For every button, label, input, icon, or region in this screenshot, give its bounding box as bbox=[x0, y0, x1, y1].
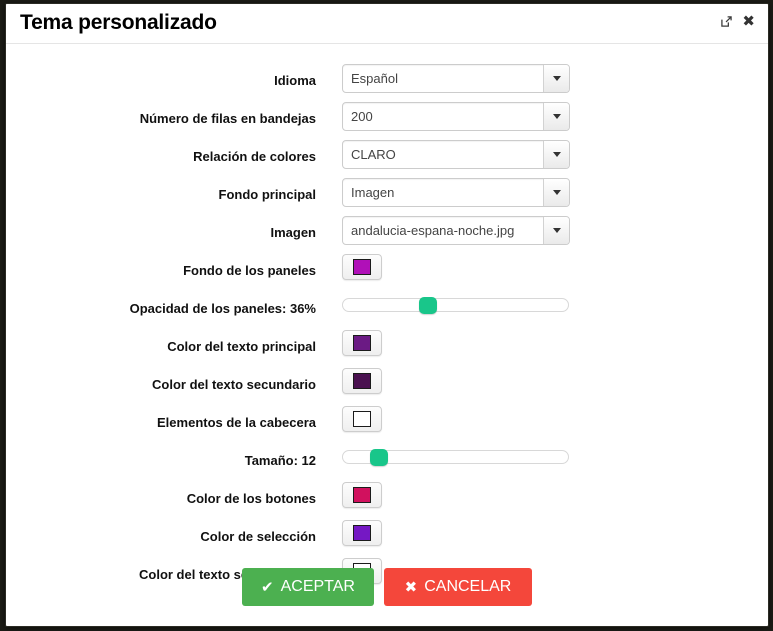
check-icon: ✔ bbox=[261, 578, 274, 596]
row-control: Español bbox=[342, 64, 570, 93]
form-row: Color del texto principal bbox=[6, 330, 768, 368]
custom-theme-dialog: Tema personalizado ✖ Idioma Español Número… bbox=[5, 3, 769, 627]
dialog-title: Tema personalizado bbox=[20, 11, 217, 34]
row-label: Fondo principal bbox=[218, 187, 317, 202]
row-label: Imagen bbox=[270, 225, 316, 240]
row-control bbox=[342, 482, 382, 508]
select-value: CLARO bbox=[351, 147, 396, 162]
select-3[interactable]: CLARO bbox=[342, 140, 570, 169]
color-swatch bbox=[353, 373, 371, 389]
caret-glyph bbox=[552, 190, 561, 195]
dialog-footer: ✔ ACEPTAR ✖ CANCELAR bbox=[6, 568, 768, 606]
select-2[interactable]: 200 bbox=[342, 102, 570, 131]
color-swatch bbox=[353, 411, 371, 427]
theme-settings-form: Idioma Español Número de filas en bandejas… bbox=[6, 44, 768, 587]
slider[interactable] bbox=[342, 297, 569, 314]
form-row: Idioma Español bbox=[6, 64, 768, 102]
accept-button-label: ACEPTAR bbox=[280, 578, 355, 595]
color-swatch-button[interactable] bbox=[342, 520, 382, 546]
row-label: Color de los botones bbox=[186, 491, 316, 506]
row-label: Color de selección bbox=[200, 529, 316, 544]
color-swatch-button[interactable] bbox=[342, 330, 382, 356]
select-value: 200 bbox=[351, 109, 373, 124]
select-5[interactable]: andalucia-espana-noche.jpg bbox=[342, 216, 570, 245]
chevron-down-icon[interactable] bbox=[543, 217, 569, 244]
row-control bbox=[342, 444, 569, 466]
form-row: Elementos de la cabecera bbox=[6, 406, 768, 444]
chevron-down-icon[interactable] bbox=[543, 65, 569, 92]
slider[interactable] bbox=[342, 449, 569, 466]
chevron-down-icon[interactable] bbox=[543, 103, 569, 130]
color-swatch-button[interactable] bbox=[342, 406, 382, 432]
color-swatch bbox=[353, 487, 371, 503]
row-control bbox=[342, 520, 382, 546]
caret-glyph bbox=[552, 228, 561, 233]
row-label: Idioma bbox=[274, 73, 316, 88]
form-row: Imagen andalucia-espana-noche.jpg bbox=[6, 216, 768, 254]
row-label: Relación de colores bbox=[193, 149, 316, 164]
color-swatch-button[interactable] bbox=[342, 482, 382, 508]
external-link-icon[interactable] bbox=[721, 16, 733, 27]
row-label: Elementos de la cabecera bbox=[157, 415, 316, 430]
row-control bbox=[342, 254, 382, 280]
select-value: Imagen bbox=[351, 185, 395, 200]
form-row: Fondo principal Imagen bbox=[6, 178, 768, 216]
cancel-button[interactable]: ✖ CANCELAR bbox=[384, 568, 532, 606]
caret-glyph bbox=[552, 152, 561, 157]
header-icon-group: ✖ bbox=[721, 14, 755, 29]
form-row: Color de selección bbox=[6, 520, 768, 558]
row-label: Color del texto principal bbox=[167, 339, 316, 354]
form-row: Tamaño: 12 bbox=[6, 444, 768, 482]
row-label: Tamaño: 12 bbox=[244, 453, 316, 468]
form-row: Relación de colores CLARO bbox=[6, 140, 768, 178]
form-row: Fondo de los paneles bbox=[6, 254, 768, 292]
color-swatch bbox=[353, 259, 371, 275]
row-label: Opacidad de los paneles: 36% bbox=[129, 301, 316, 316]
chevron-down-icon[interactable] bbox=[543, 179, 569, 206]
row-control bbox=[342, 406, 382, 432]
cross-icon: ✖ bbox=[404, 578, 418, 596]
row-control bbox=[342, 368, 382, 394]
accept-button[interactable]: ✔ ACEPTAR bbox=[242, 568, 374, 606]
form-row: Color del texto secundario bbox=[6, 368, 768, 406]
row-control bbox=[342, 292, 569, 314]
dialog-header: Tema personalizado ✖ bbox=[6, 4, 768, 44]
form-row: Color de los botones bbox=[6, 482, 768, 520]
select-1[interactable]: Español bbox=[342, 64, 570, 93]
caret-glyph bbox=[552, 114, 561, 119]
color-swatch-button[interactable] bbox=[342, 368, 382, 394]
chevron-down-icon[interactable] bbox=[543, 141, 569, 168]
form-row: Opacidad de los paneles: 36% bbox=[6, 292, 768, 330]
close-icon[interactable]: ✖ bbox=[742, 14, 755, 29]
row-control: Imagen bbox=[342, 178, 570, 207]
slider-thumb[interactable] bbox=[369, 449, 388, 466]
cancel-button-label: CANCELAR bbox=[424, 578, 512, 595]
color-swatch bbox=[353, 335, 371, 351]
select-4[interactable]: Imagen bbox=[342, 178, 570, 207]
color-swatch-button[interactable] bbox=[342, 254, 382, 280]
form-row: Número de filas en bandejas 200 bbox=[6, 102, 768, 140]
row-control: 200 bbox=[342, 102, 570, 131]
row-control: andalucia-espana-noche.jpg bbox=[342, 216, 570, 245]
row-control: CLARO bbox=[342, 140, 570, 169]
row-label: Fondo de los paneles bbox=[183, 263, 316, 278]
select-value: Español bbox=[351, 71, 398, 86]
caret-glyph bbox=[552, 76, 561, 81]
color-swatch bbox=[353, 525, 371, 541]
row-label: Número de filas en bandejas bbox=[139, 111, 316, 126]
row-label: Color del texto secundario bbox=[152, 377, 316, 392]
row-control bbox=[342, 330, 382, 356]
slider-track[interactable] bbox=[342, 298, 569, 312]
select-value: andalucia-espana-noche.jpg bbox=[351, 223, 515, 238]
slider-thumb[interactable] bbox=[418, 297, 437, 314]
